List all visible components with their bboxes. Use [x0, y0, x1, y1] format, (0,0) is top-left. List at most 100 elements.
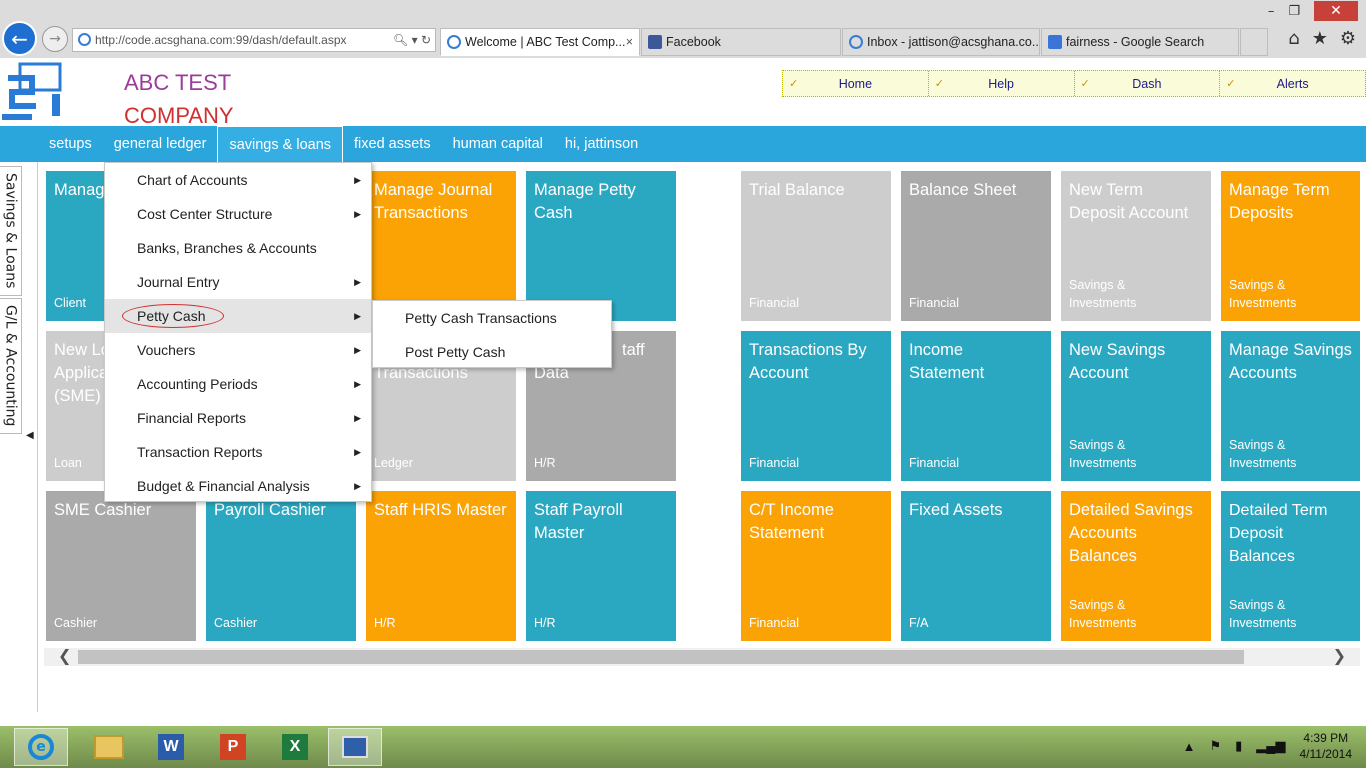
taskbar-word[interactable]: W	[144, 728, 198, 766]
submenu-arrow-icon: ▶	[354, 446, 361, 457]
taskbar-remote-desktop[interactable]	[328, 728, 382, 766]
tile-new-savings-account[interactable]: New Savings Account Savings & Investments	[1061, 331, 1211, 481]
submenu-arrow-icon: ▶	[354, 208, 361, 219]
menu-item-vouchers[interactable]: Vouchers ▶	[105, 333, 371, 367]
forward-button[interactable]: →	[42, 26, 68, 52]
tile-balance-sheet[interactable]: Balance Sheet Financial	[901, 171, 1051, 321]
address-tools[interactable]: 🔍︎ ▾ ↻	[393, 29, 431, 51]
tile-category: Financial	[749, 616, 800, 630]
back-button[interactable]: ←	[2, 21, 37, 56]
refresh-icon[interactable]: ↻	[421, 33, 431, 47]
top-link-alerts[interactable]: ✓ Alerts	[1220, 71, 1365, 96]
tile-manage-savings-accounts[interactable]: Manage Savings Accounts Savings & Investm…	[1221, 331, 1360, 481]
submenu-item-petty-cash-transactions[interactable]: Petty Cash Transactions	[373, 301, 611, 335]
restore-icon[interactable]: ❐	[1288, 4, 1300, 19]
clock-date: 4/11/2014	[1299, 747, 1353, 761]
menu-item-transaction-reports[interactable]: Transaction Reports ▶	[105, 435, 371, 469]
tile-category: Ledger	[374, 456, 413, 470]
clock[interactable]: 4:39 PM 4/11/2014	[1300, 730, 1353, 762]
tile-manage-petty-cash[interactable]: Manage Petty Cash	[526, 171, 676, 321]
collapse-arrow-icon[interactable]: ◀	[26, 430, 34, 441]
tab-facebook[interactable]: Facebook	[641, 28, 841, 56]
google-icon	[1048, 35, 1062, 49]
taskbar-file-explorer[interactable]	[82, 728, 136, 766]
taskbar-internet-explorer[interactable]: e	[14, 728, 68, 766]
nav-user-greeting[interactable]: hi, jattinson	[554, 126, 649, 162]
taskbar: e W P X ▲ ⚑ ▮ ▂▄▆ 4:39 PM 4/11/2014	[0, 726, 1366, 768]
tile-ct-income-statement[interactable]: C/T Income Statement Financial	[741, 491, 891, 641]
tile-category: Savings & Investments	[1229, 278, 1297, 310]
menu-item-budget-financial-analysis[interactable]: Budget & Financial Analysis ▶	[105, 469, 371, 503]
tile-category: Savings & Investments	[1069, 438, 1137, 470]
favorites-icon[interactable]: ★	[1312, 28, 1328, 49]
taskbar-powerpoint[interactable]: P	[206, 728, 260, 766]
close-tab-icon[interactable]: ×	[626, 29, 633, 55]
tile-staff-hris-master[interactable]: Staff HRIS Master H/R	[366, 491, 516, 641]
tile-fixed-assets[interactable]: Fixed Assets F/A	[901, 491, 1051, 641]
menu-item-journal-entry[interactable]: Journal Entry ▶	[105, 265, 371, 299]
tile-category: Cashier	[54, 616, 98, 630]
tile-title: New Savings Account	[1069, 341, 1166, 382]
tile-title: Manage Term Deposits	[1229, 181, 1330, 222]
menu-item-cost-center-structure[interactable]: Cost Center Structure ▶	[105, 197, 371, 231]
nav-general-ledger[interactable]: general ledger	[103, 126, 218, 162]
tile-manage-journal-transactions[interactable]: Manage Journal Transactions	[366, 171, 516, 321]
scroll-left-icon[interactable]: ❮	[58, 646, 71, 665]
side-tab-gl-accounting[interactable]: G/L & Accounting	[0, 298, 22, 434]
nav-human-capital[interactable]: human capital	[442, 126, 554, 162]
scrollbar-thumb[interactable]	[78, 650, 1244, 664]
top-link-home[interactable]: ✓ Home	[783, 71, 929, 96]
internet-explorer-icon: e	[28, 734, 54, 760]
nav-setups[interactable]: setups	[38, 126, 103, 162]
tile-detailed-term-deposit-balances[interactable]: Detailed Term Deposit Balances Savings & …	[1221, 491, 1360, 641]
tile-trial-balance[interactable]: Trial Balance Financial	[741, 171, 891, 321]
new-tab-button[interactable]	[1240, 28, 1268, 56]
petty-cash-submenu: Petty Cash Transactions Post Petty Cash	[372, 300, 612, 368]
menu-item-label: Banks, Branches & Accounts	[137, 240, 317, 256]
tile-new-term-deposit-account[interactable]: New Term Deposit Account Savings & Invest…	[1061, 171, 1211, 321]
settings-icon[interactable]: ⚙	[1340, 28, 1356, 49]
top-link-help[interactable]: ✓ Help	[929, 71, 1075, 96]
check-icon: ✓	[789, 78, 799, 90]
show-hidden-icons-icon[interactable]: ▲	[1183, 739, 1196, 754]
menu-item-accounting-periods[interactable]: Accounting Periods ▶	[105, 367, 371, 401]
taskbar-excel[interactable]: X	[268, 728, 322, 766]
search-icon[interactable]: 🔍︎	[393, 33, 408, 47]
tile-title: Staff Payroll Master	[534, 501, 623, 542]
tile-detailed-savings-balances[interactable]: Detailed Savings Accounts Balances Saving…	[1061, 491, 1211, 641]
scroll-right-icon[interactable]: ❯	[1333, 646, 1346, 665]
close-window-icon[interactable]: ✕	[1314, 1, 1358, 21]
menu-item-banks-branches-accounts[interactable]: Banks, Branches & Accounts	[105, 231, 371, 265]
horizontal-scrollbar[interactable]: ❮ ❯	[44, 646, 1360, 666]
home-icon[interactable]: ⌂	[1288, 28, 1299, 49]
tab-welcome[interactable]: Welcome | ABC Test Comp... ×	[440, 28, 640, 56]
menu-item-label: Cost Center Structure	[137, 206, 273, 222]
check-icon: ✓	[1080, 78, 1090, 90]
menu-item-chart-of-accounts[interactable]: Chart of Accounts ▶	[105, 163, 371, 197]
tile-income-statement[interactable]: Income Statement Financial	[901, 331, 1051, 481]
submenu-item-post-petty-cash[interactable]: Post Petty Cash	[373, 335, 611, 369]
menu-item-petty-cash[interactable]: Petty Cash ▶	[105, 299, 371, 333]
tile-title: Manage Petty Cash	[534, 181, 636, 222]
top-link-dash[interactable]: ✓ Dash	[1075, 71, 1221, 96]
side-tab-savings-loans[interactable]: Savings & Loans	[0, 166, 22, 296]
tab-google[interactable]: fairness - Google Search	[1041, 28, 1239, 56]
tile-category: H/R	[534, 456, 556, 470]
action-center-flag-icon[interactable]: ⚑	[1209, 738, 1221, 754]
nav-fixed-assets[interactable]: fixed assets	[343, 126, 442, 162]
excel-icon: X	[282, 734, 308, 760]
tab-label: Welcome | ABC Test Comp...	[465, 35, 626, 49]
tile-payroll-cashier[interactable]: Payroll Cashier Cashier	[206, 491, 356, 641]
tile-transactions-by-account[interactable]: Transactions By Account Financial	[741, 331, 891, 481]
tab-inbox[interactable]: Inbox - jattison@acsghana.co...	[842, 28, 1040, 56]
tile-sme-cashier[interactable]: SME Cashier Cashier	[46, 491, 196, 641]
menu-item-financial-reports[interactable]: Financial Reports ▶	[105, 401, 371, 435]
network-signal-icon[interactable]: ▂▄▆	[1256, 738, 1285, 754]
tile-manage-term-deposits[interactable]: Manage Term Deposits Savings & Investment…	[1221, 171, 1360, 321]
address-bar[interactable]: http://code.acsghana.com:99/dash/default…	[72, 28, 436, 52]
minimize-icon[interactable]: –	[1268, 4, 1275, 19]
nav-savings-loans[interactable]: savings & loans	[217, 126, 344, 162]
tile-staff-payroll-master[interactable]: Staff Payroll Master H/R	[526, 491, 676, 641]
tile-title: Income Statement	[909, 341, 985, 382]
battery-icon[interactable]: ▮	[1235, 738, 1242, 754]
